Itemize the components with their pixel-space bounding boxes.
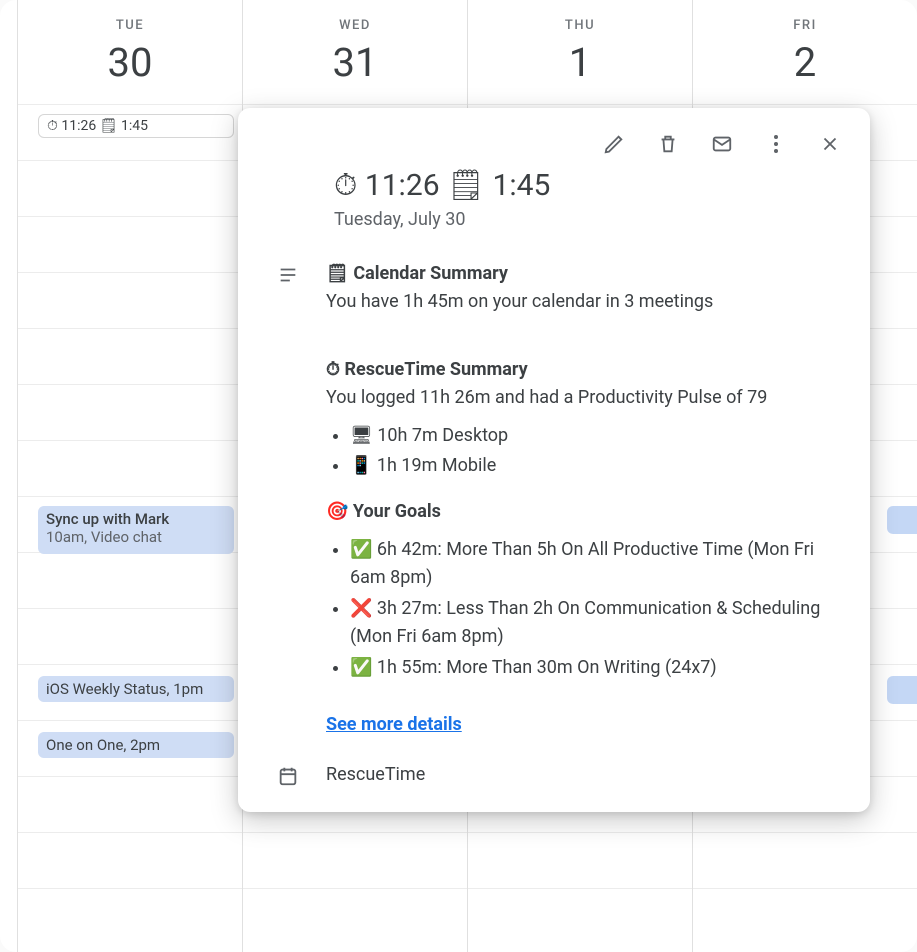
event-block[interactable]: iOS Weekly Status, 1pm xyxy=(38,676,234,702)
calendar-source-icon xyxy=(274,761,302,789)
goals-list: ✅ 6h 42m: More Than 5h On All Productive… xyxy=(350,536,846,681)
event-block[interactable]: Sync up with Mark 10am, Video chat xyxy=(38,506,234,554)
day-number[interactable]: 1 xyxy=(468,39,692,86)
day-number[interactable]: 31 xyxy=(243,39,467,86)
device-list: 🖥 10h 7m Desktop 📱 1h 19m Mobile xyxy=(350,422,846,481)
description-icon xyxy=(274,260,302,739)
day-col-tue[interactable]: TUE 30 ⏱ 11:26 🗒 1:45 Sync up with Mark … xyxy=(18,0,243,952)
list-item: 📱 1h 19m Mobile xyxy=(350,452,846,480)
event-title: ⏱ 11:26 🗒 1:45 xyxy=(238,164,870,203)
list-item: ✅ 6h 42m: More Than 5h On All Productive… xyxy=(350,536,846,592)
day-number[interactable]: 2 xyxy=(693,39,917,86)
day-number[interactable]: 30 xyxy=(18,39,242,86)
popup-toolbar xyxy=(238,108,870,164)
delete-icon[interactable] xyxy=(656,132,680,156)
more-options-icon[interactable] xyxy=(764,132,788,156)
list-item: ❌ 3h 27m: Less Than 2h On Communication … xyxy=(350,595,846,651)
dow-label: TUE xyxy=(18,18,242,33)
event-peek[interactable] xyxy=(887,506,917,534)
dow-label: FRI xyxy=(693,18,917,33)
allday-event-chip[interactable]: ⏱ 11:26 🗒 1:45 xyxy=(38,114,234,138)
event-peek[interactable] xyxy=(887,676,917,704)
edit-icon[interactable] xyxy=(602,132,626,156)
dow-label: WED xyxy=(243,18,467,33)
mail-icon[interactable] xyxy=(710,132,734,156)
description-body: 🗒 Calendar Summary You have 1h 45m on yo… xyxy=(326,260,846,739)
see-more-link[interactable]: See more details xyxy=(326,711,462,739)
list-item: 🖥 10h 7m Desktop xyxy=(350,422,846,450)
calendar-source: RescueTime xyxy=(326,761,846,789)
dow-label: THU xyxy=(468,18,692,33)
event-block[interactable]: One on One, 2pm xyxy=(38,732,234,758)
close-icon[interactable] xyxy=(818,132,842,156)
list-item: ✅ 1h 55m: More Than 30m On Writing (24x7… xyxy=(350,654,846,682)
event-date: Tuesday, July 30 xyxy=(238,203,870,230)
event-details-popup: ⏱ 11:26 🗒 1:45 Tuesday, July 30 🗒 Calend… xyxy=(238,108,870,812)
